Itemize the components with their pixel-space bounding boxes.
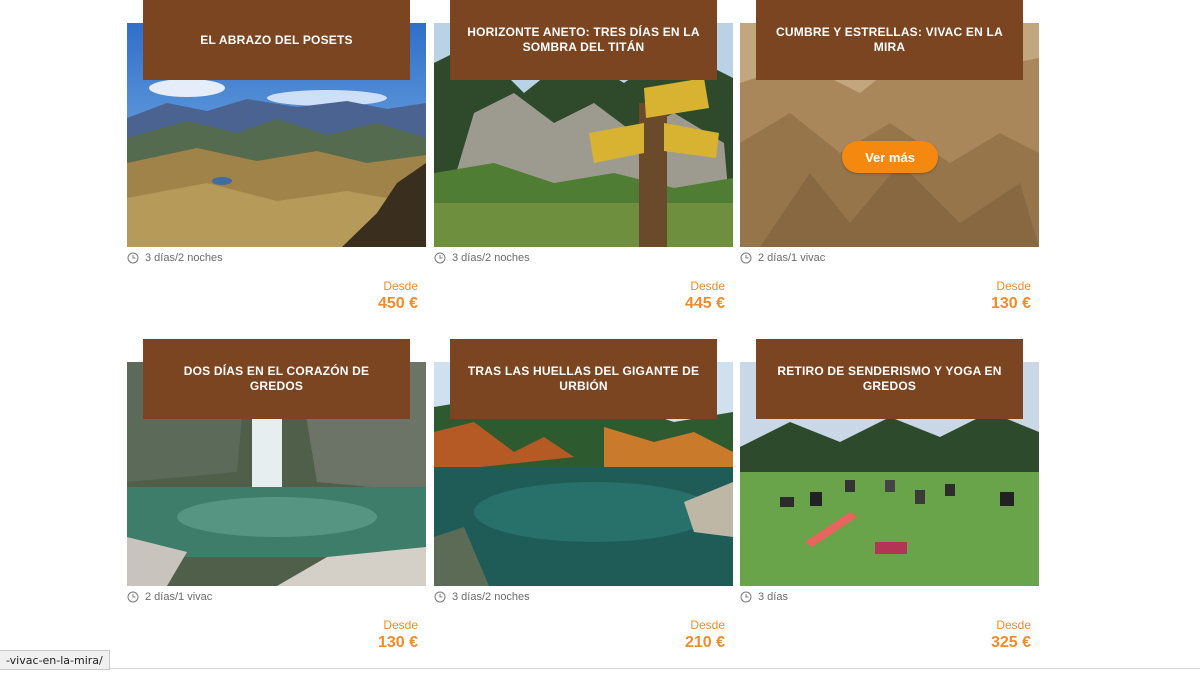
trip-card-gredos[interactable]: DOS DÍAS EN EL CORAZÓN DE GREDOS 2 días/…	[127, 339, 426, 659]
price-from-label: Desde	[996, 618, 1031, 632]
trip-price: 130 €	[990, 295, 1031, 312]
trip-price: 445 €	[684, 295, 725, 312]
price-from-label: Desde	[690, 618, 725, 632]
trip-card-yoga[interactable]: RETIRO DE SENDERISMO Y YOGA EN GREDOS 3 …	[740, 339, 1039, 659]
ver-mas-button[interactable]: Ver más	[842, 141, 938, 173]
trip-duration: 2 días/1 vivac	[127, 589, 212, 605]
trip-duration: 3 días	[740, 589, 788, 605]
trip-price: 325 €	[990, 634, 1031, 651]
duration-text: 3 días	[758, 591, 788, 603]
price-from-label: Desde	[383, 618, 418, 632]
price-from-label: Desde	[996, 279, 1031, 293]
trip-card-posets[interactable]: EL ABRAZO DEL POSETS 3 días/2 noches Des…	[127, 0, 426, 320]
clock-icon	[127, 591, 139, 603]
duration-text: 2 días/1 vivac	[145, 591, 213, 603]
clock-icon	[434, 591, 446, 603]
trip-title[interactable]: CUMBRE Y ESTRELLAS: VIVAC EN LA MIRA	[756, 0, 1023, 80]
price-from-label: Desde	[690, 279, 725, 293]
trip-duration: 3 días/2 noches	[434, 589, 530, 605]
page-divider	[0, 668, 1200, 669]
trip-card-vivac[interactable]: Ver más CUMBRE Y ESTRELLAS: VIVAC EN LA …	[740, 0, 1039, 320]
browser-status-url: -vivac-en-la-mira/	[0, 650, 110, 670]
trip-duration: 2 días/1 vivac	[740, 250, 825, 266]
duration-text: 3 días/2 noches	[452, 591, 530, 603]
trip-grid: EL ABRAZO DEL POSETS 3 días/2 noches Des…	[0, 0, 1200, 675]
trip-card-aneto[interactable]: HORIZONTE ANETO: TRES DÍAS EN LA SOMBRA …	[434, 0, 733, 320]
trip-title[interactable]: RETIRO DE SENDERISMO Y YOGA EN GREDOS	[756, 339, 1023, 419]
clock-icon	[127, 252, 139, 264]
trip-title[interactable]: HORIZONTE ANETO: TRES DÍAS EN LA SOMBRA …	[450, 0, 717, 80]
trip-card-urbion[interactable]: TRAS LAS HUELLAS DEL GIGANTE DE URBIÓN 3…	[434, 339, 733, 659]
duration-text: 3 días/2 noches	[452, 252, 530, 264]
clock-icon	[434, 252, 446, 264]
clock-icon	[740, 252, 752, 264]
trip-title[interactable]: EL ABRAZO DEL POSETS	[143, 0, 410, 80]
trip-title[interactable]: TRAS LAS HUELLAS DEL GIGANTE DE URBIÓN	[450, 339, 717, 419]
price-from-label: Desde	[383, 279, 418, 293]
clock-icon	[740, 591, 752, 603]
trip-duration: 3 días/2 noches	[434, 250, 530, 266]
trip-price: 210 €	[684, 634, 725, 651]
duration-text: 2 días/1 vivac	[758, 252, 826, 264]
trip-title[interactable]: DOS DÍAS EN EL CORAZÓN DE GREDOS	[143, 339, 410, 419]
trip-price: 450 €	[377, 295, 418, 312]
trip-duration: 3 días/2 noches	[127, 250, 223, 266]
duration-text: 3 días/2 noches	[145, 252, 223, 264]
trip-price: 130 €	[377, 634, 418, 651]
